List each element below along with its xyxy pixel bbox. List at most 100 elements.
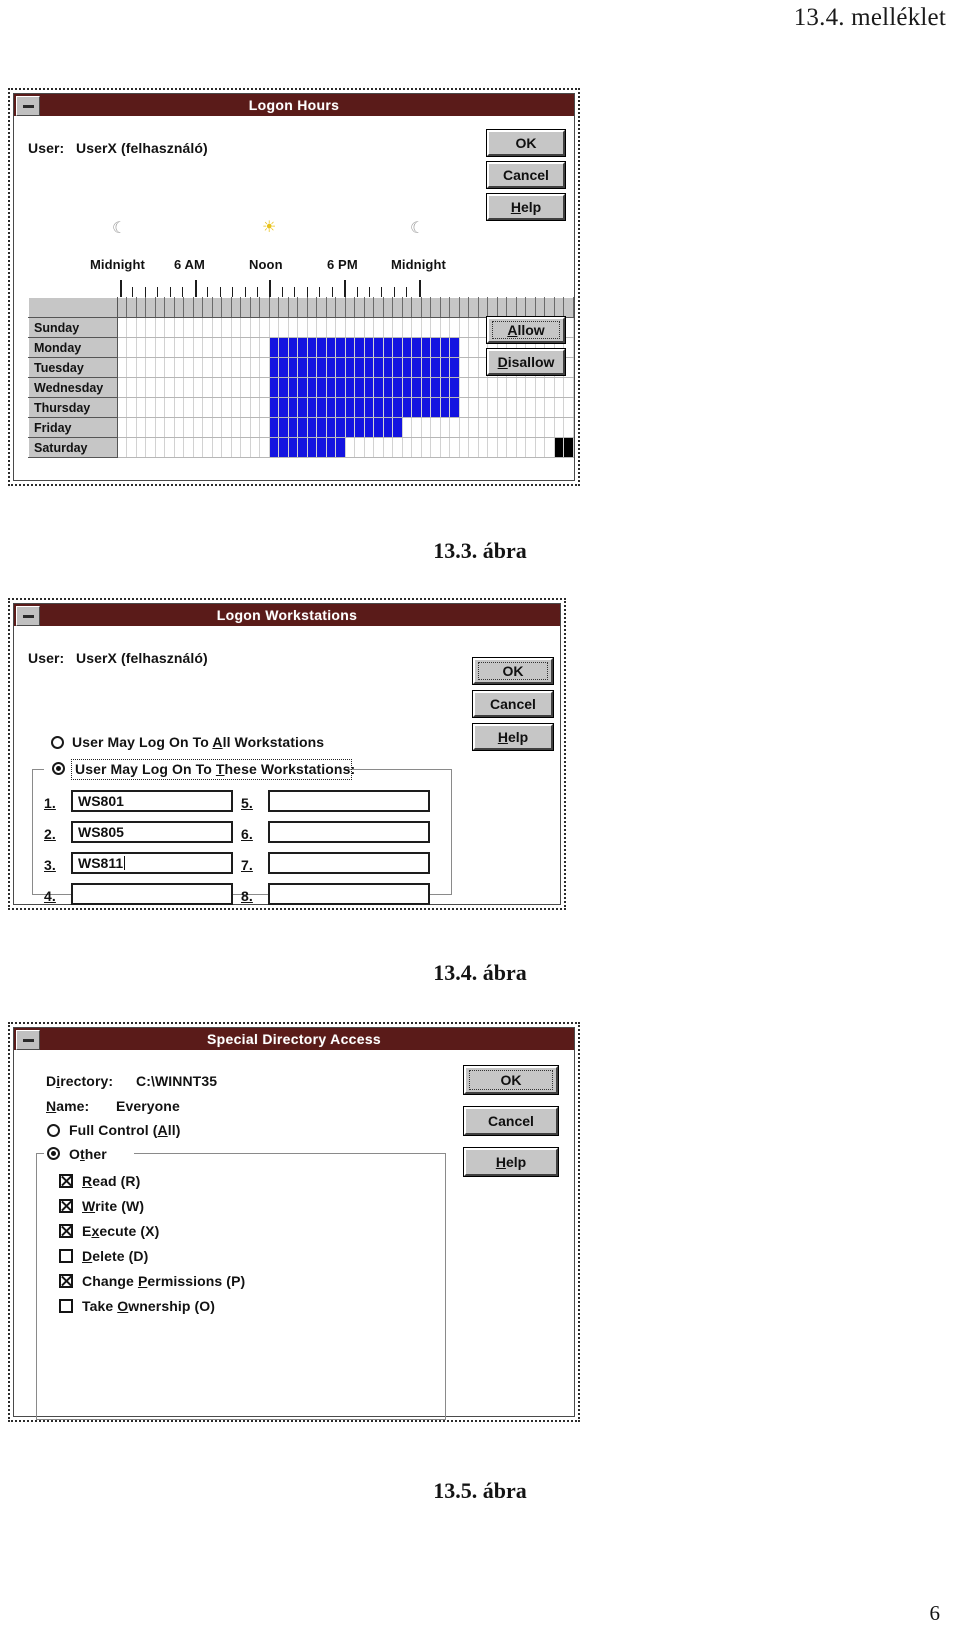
grid-hour-cell[interactable]	[344, 417, 356, 438]
grid-hour-cell[interactable]	[183, 377, 194, 398]
grid-hour-header-cell[interactable]	[344, 297, 356, 318]
grid-hour-cell[interactable]	[458, 417, 470, 438]
grid-hour-cell[interactable]	[183, 337, 194, 358]
ok-button[interactable]: OK	[486, 129, 566, 157]
checkbox-execute[interactable]	[59, 1224, 73, 1238]
ok-button[interactable]: OK	[463, 1065, 559, 1095]
workstation-input-4[interactable]	[71, 883, 233, 905]
grid-hour-cell[interactable]	[154, 337, 166, 358]
grid-hour-cell[interactable]	[211, 437, 223, 458]
grid-hour-header-cell[interactable]	[230, 297, 242, 318]
grid-hour-header-cell[interactable]	[145, 297, 156, 318]
grid-hour-cell[interactable]	[145, 377, 156, 398]
grid-hour-header-cell[interactable]	[439, 297, 451, 318]
grid-hour-cell[interactable]	[373, 317, 384, 338]
grid-hour-cell[interactable]	[287, 317, 299, 338]
grid-hour-cell[interactable]	[553, 397, 565, 418]
grid-hour-cell[interactable]	[192, 357, 204, 378]
grid-hour-cell[interactable]	[382, 417, 394, 438]
grid-hour-cell[interactable]	[164, 397, 175, 418]
grid-hour-cell[interactable]	[363, 337, 375, 358]
grid-hour-cell[interactable]	[183, 317, 194, 338]
grid-hour-cell[interactable]	[477, 437, 489, 458]
grid-hour-cell[interactable]	[240, 397, 251, 418]
grid-hour-cell[interactable]	[335, 417, 346, 438]
workstation-input-1[interactable]: WS801	[71, 790, 233, 812]
grid-hour-cell[interactable]	[449, 377, 460, 398]
grid-hour-cell[interactable]	[316, 317, 327, 338]
grid-hour-header-cell[interactable]	[202, 297, 213, 318]
grid-hour-cell[interactable]	[525, 397, 536, 418]
grid-hour-cell[interactable]	[116, 417, 128, 438]
grid-hour-cell[interactable]	[306, 377, 318, 398]
grid-hour-header-cell[interactable]	[249, 297, 261, 318]
grid-hour-cell[interactable]	[145, 357, 156, 378]
grid-hour-cell[interactable]	[401, 437, 413, 458]
grid-hour-cell[interactable]	[458, 317, 470, 338]
grid-hour-header-cell[interactable]	[515, 297, 527, 318]
grid-hour-cell[interactable]	[439, 377, 451, 398]
grid-hour-cell[interactable]	[382, 397, 394, 418]
grid-hour-cell[interactable]	[363, 377, 375, 398]
grid-hour-cell[interactable]	[401, 317, 413, 338]
grid-hour-cell[interactable]	[164, 377, 175, 398]
grid-hour-cell[interactable]	[363, 397, 375, 418]
grid-hour-cell[interactable]	[515, 417, 527, 438]
checkbox-write[interactable]	[59, 1199, 73, 1213]
grid-hour-cell[interactable]	[316, 397, 327, 418]
grid-hour-header-cell[interactable]	[534, 297, 546, 318]
grid-hour-cell[interactable]	[259, 437, 270, 458]
grid-hour-cell[interactable]	[563, 357, 574, 378]
grid-hour-cell[interactable]	[411, 377, 422, 398]
grid-hour-cell[interactable]	[411, 437, 422, 458]
grid-hour-cell[interactable]	[249, 397, 261, 418]
grid-hour-header-cell[interactable]	[420, 297, 432, 318]
grid-hour-cell[interactable]	[154, 317, 166, 338]
grid-hour-header-cell[interactable]	[306, 297, 318, 318]
grid-hour-cell[interactable]	[468, 317, 479, 338]
grid-hour-cell[interactable]	[192, 437, 204, 458]
grid-hour-cell[interactable]	[458, 337, 470, 358]
grid-hour-header-cell[interactable]	[240, 297, 251, 318]
grid-hour-cell[interactable]	[164, 337, 175, 358]
grid-hour-cell[interactable]	[392, 437, 403, 458]
grid-hour-cell[interactable]	[287, 357, 299, 378]
grid-hour-cell[interactable]	[306, 337, 318, 358]
grid-hour-cell[interactable]	[363, 357, 375, 378]
grid-hour-cell[interactable]	[515, 437, 527, 458]
grid-hour-cell[interactable]	[154, 417, 166, 438]
grid-hour-cell[interactable]	[468, 337, 479, 358]
cancel-button[interactable]: Cancel	[486, 161, 566, 189]
grid-hour-cell[interactable]	[316, 377, 327, 398]
grid-hour-cell[interactable]	[230, 397, 242, 418]
grid-hour-cell[interactable]	[202, 317, 213, 338]
grid-hour-cell[interactable]	[354, 357, 365, 378]
grid-hour-cell[interactable]	[363, 437, 375, 458]
grid-hour-cell[interactable]	[221, 337, 232, 358]
grid-hour-header-cell[interactable]	[553, 297, 565, 318]
grid-hour-cell[interactable]	[401, 337, 413, 358]
grid-hour-cell[interactable]	[221, 397, 232, 418]
grid-hour-cell[interactable]	[544, 397, 555, 418]
grid-hour-cell[interactable]	[306, 397, 318, 418]
grid-hour-cell[interactable]	[135, 337, 147, 358]
grid-day-label[interactable]: Monday	[28, 337, 118, 358]
grid-hour-cell[interactable]	[411, 317, 422, 338]
grid-hour-header-cell[interactable]	[449, 297, 460, 318]
grid-hour-cell[interactable]	[563, 417, 574, 438]
grid-hour-cell[interactable]	[259, 417, 270, 438]
grid-hour-header-cell[interactable]	[458, 297, 470, 318]
grid-hour-cell[interactable]	[145, 417, 156, 438]
grid-hour-cell[interactable]	[230, 437, 242, 458]
grid-hour-cell[interactable]	[458, 357, 470, 378]
grid-hour-cell[interactable]	[401, 357, 413, 378]
grid-hour-cell[interactable]	[335, 337, 346, 358]
grid-hour-cell[interactable]	[135, 437, 147, 458]
grid-hour-cell[interactable]	[268, 437, 280, 458]
grid-hour-cell[interactable]	[515, 377, 527, 398]
grid-hour-cell[interactable]	[430, 317, 441, 338]
grid-hour-cell[interactable]	[287, 417, 299, 438]
grid-hour-cell[interactable]	[506, 397, 517, 418]
grid-hour-cell[interactable]	[173, 317, 185, 338]
grid-hour-cell[interactable]	[553, 377, 565, 398]
